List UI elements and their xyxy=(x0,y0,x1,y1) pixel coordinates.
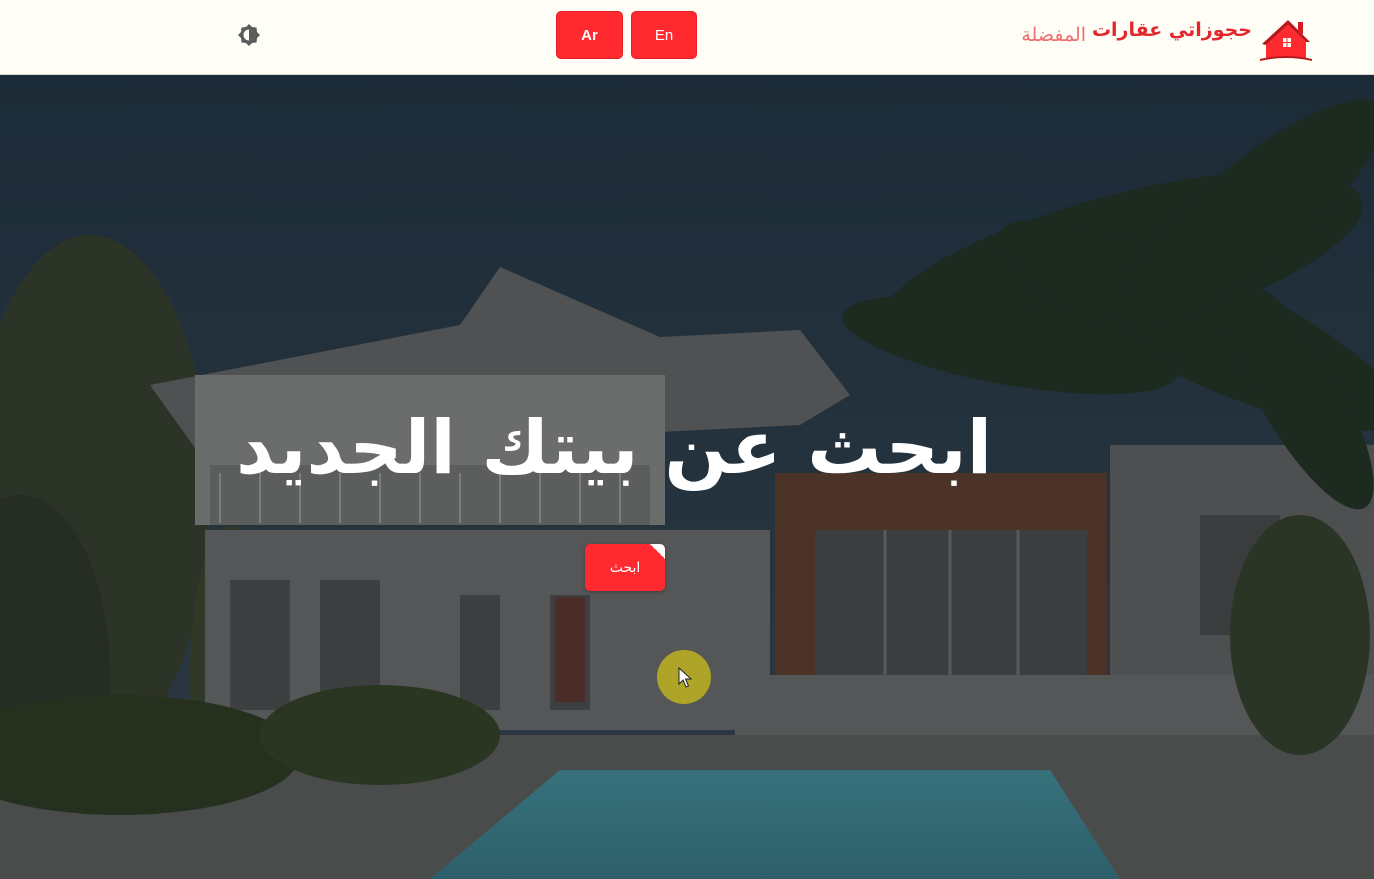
language-en-button[interactable]: En xyxy=(631,11,697,59)
button-corner-fold xyxy=(650,544,665,559)
nav-favorites-link[interactable]: المفضلة xyxy=(1021,24,1086,46)
hero-title: ابحث عن بيتك الجديد xyxy=(235,405,993,491)
brightness-icon[interactable] xyxy=(237,23,261,47)
brand-name: حجوزاتي عقارات xyxy=(1091,19,1252,41)
top-navbar: حجوزاتي عقارات المفضلة Ar En xyxy=(0,0,1374,75)
mouse-cursor-icon xyxy=(678,667,692,688)
search-button-label: ابحث xyxy=(609,559,641,576)
search-button[interactable]: ابحث xyxy=(585,544,665,591)
brand-link[interactable]: حجوزاتي عقارات xyxy=(1092,14,1314,62)
hero-section: ابحث عن بيتك الجديد ابحث xyxy=(0,75,1374,879)
language-ar-button[interactable]: Ar xyxy=(556,11,623,59)
house-icon xyxy=(1259,20,1313,61)
